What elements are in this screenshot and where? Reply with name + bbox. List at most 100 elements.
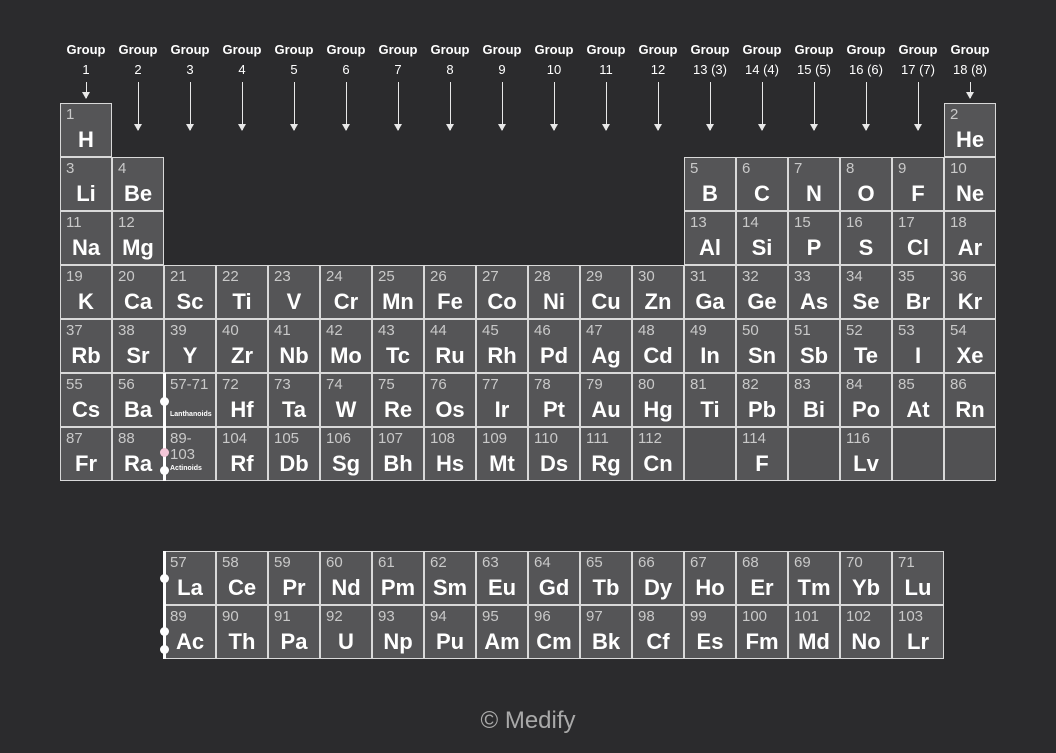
element-br: 35 Br (892, 265, 944, 319)
f-block-divider (163, 551, 166, 659)
group-word: Group (66, 42, 106, 57)
element-se: 34 Se (840, 265, 892, 319)
element-v: 23 V (268, 265, 320, 319)
element-symbol: H (78, 127, 94, 152)
element-symbol: V (286, 289, 302, 314)
element-symbol: Er (750, 575, 774, 600)
element-ti: 81 Ti (684, 373, 736, 427)
atomic-number: 29 (586, 268, 603, 285)
element-symbol: Pa (280, 629, 308, 654)
element-symbol: Hs (435, 451, 465, 476)
element-symbol: Nb (279, 343, 309, 368)
element-cf: 98 Cf (632, 605, 684, 659)
element-symbol: F (911, 181, 925, 206)
element-rn: 86 Rn (944, 373, 996, 427)
element-s: 16 S (840, 211, 892, 265)
element-symbol: Pr (282, 575, 306, 600)
atomic-number: 101 (794, 608, 820, 625)
down-arrow-icon (914, 82, 922, 131)
element-md: 101 Md (788, 605, 840, 659)
atomic-number: 41 (274, 322, 291, 339)
group-number: 13 (3) (693, 62, 727, 77)
atomic-number: 16 (846, 214, 863, 231)
element-ra: 88 Ra (112, 427, 164, 481)
element-tc: 43 Tc (372, 319, 424, 373)
group-header-1: Group 1 (56, 40, 116, 80)
atomic-number: 85 (898, 376, 915, 393)
element-symbol: Po (851, 397, 881, 422)
element-pb: 82 Pb (736, 373, 788, 427)
group-word: Group (378, 42, 418, 57)
atomic-number: 68 (742, 554, 759, 571)
group-number: 11 (599, 62, 613, 77)
element-symbol: Y (182, 343, 198, 368)
group-word: Group (586, 42, 626, 57)
element-symbol: As (799, 289, 829, 314)
element-symbol: Ne (955, 181, 985, 206)
down-arrow-icon (862, 82, 870, 131)
atomic-number: 98 (638, 608, 655, 625)
atomic-number: 30 (638, 268, 655, 285)
atomic-number: 88 (118, 430, 135, 447)
atomic-number: 58 (222, 554, 239, 571)
element-symbol: Rn (955, 397, 985, 422)
element-symbol: Fr (75, 451, 97, 476)
atomic-number: 94 (430, 608, 447, 625)
group-headers: Group 1 Group 2 Group 3 Group 4 Group 5 Group 6 Grou… (0, 0, 1056, 140)
lanthanoid-actinoid-divider (163, 373, 166, 481)
atomic-number: 42 (326, 322, 343, 339)
atomic-number: 67 (690, 554, 707, 571)
atomic-number: 26 (430, 268, 447, 285)
atomic-number: 49 (690, 322, 707, 339)
element-si: 14 Si (736, 211, 788, 265)
group-header-9: Group 9 (472, 40, 532, 80)
group-number: 8 (446, 62, 454, 77)
atomic-number: 9 (898, 160, 907, 177)
element-db: 105 Db (268, 427, 320, 481)
element-symbol: Li (76, 181, 96, 206)
element-er: 68 Er (736, 551, 788, 605)
element-symbol: Cm (536, 629, 572, 654)
atomic-number: 39 (170, 322, 187, 339)
atomic-number: 97 (586, 608, 603, 625)
element-symbol: Rg (591, 451, 621, 476)
element-symbol: Ir (494, 397, 510, 422)
atomic-number: 93 (378, 608, 395, 625)
atomic-number: 89-103 (170, 430, 196, 463)
atomic-number: 61 (378, 554, 395, 571)
atomic-number: 53 (898, 322, 915, 339)
element-os: 76 Os (424, 373, 476, 427)
element-am: 95 Am (476, 605, 528, 659)
element-ce: 58 Ce (216, 551, 268, 605)
atomic-number: 83 (794, 376, 811, 393)
element-es: 99 Es (684, 605, 736, 659)
element-symbol: Es (696, 629, 724, 654)
group-word: Group (690, 42, 730, 57)
group-header-7: Group 7 (368, 40, 428, 80)
element-symbol: Rf (230, 451, 254, 476)
element-pd: 46 Pd (528, 319, 580, 373)
element-symbol: Db (279, 451, 309, 476)
atomic-number: 109 (482, 430, 508, 447)
element-as: 33 As (788, 265, 840, 319)
group-number: 12 (650, 62, 666, 77)
element-symbol: At (906, 397, 930, 422)
element-ge: 32 Ge (736, 265, 788, 319)
atomic-number: 50 (742, 322, 759, 339)
element-symbol: Cr (333, 289, 359, 314)
atomic-number: 33 (794, 268, 811, 285)
group-word: Group (638, 42, 678, 57)
atomic-number: 35 (898, 268, 915, 285)
group-number: 2 (134, 62, 142, 77)
element-fm: 100 Fm (736, 605, 788, 659)
element-symbol: Nd (331, 575, 361, 600)
atomic-number: 63 (482, 554, 499, 571)
element-symbol: U (338, 629, 354, 654)
element-symbol: Md (798, 629, 830, 654)
element-bh: 107 Bh (372, 427, 424, 481)
divider-dot-icon (160, 448, 169, 457)
atomic-number: 47 (586, 322, 603, 339)
element-symbol: He (955, 127, 985, 152)
element-bi: 83 Bi (788, 373, 840, 427)
atomic-number: 34 (846, 268, 863, 285)
